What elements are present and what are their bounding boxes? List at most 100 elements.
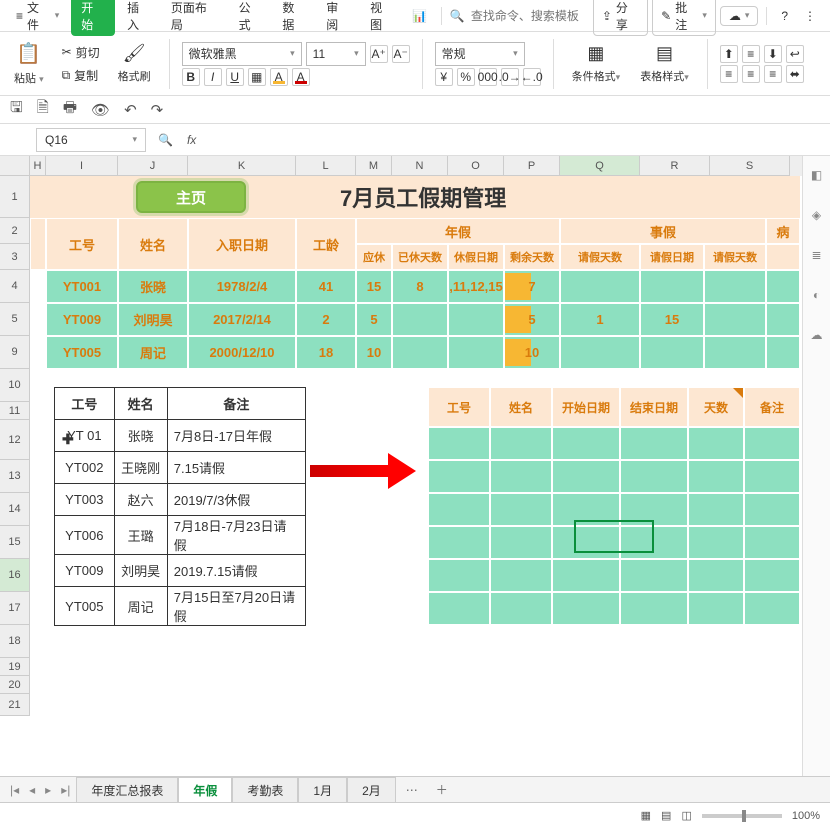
row-header[interactable]: 13 (0, 460, 30, 493)
table-style-button[interactable]: ▤ 表格样式▾ (634, 41, 695, 86)
paste-button[interactable]: 📋 粘贴 ▾ (8, 39, 50, 88)
col-header[interactable]: L (296, 156, 356, 176)
tab-add-icon[interactable]: ＋ (428, 777, 456, 802)
tab-formula[interactable]: 公式 (231, 0, 271, 36)
tab-first-icon[interactable]: |◂ (6, 783, 23, 797)
name-box[interactable]: Q16▾ (36, 128, 146, 152)
comma-icon[interactable]: 000 (479, 68, 497, 86)
row-header[interactable]: 3 (0, 244, 30, 270)
sheet-tab[interactable]: 1月 (298, 777, 347, 803)
align-bot-icon[interactable]: ⬇ (764, 45, 782, 63)
col-header[interactable]: H (30, 156, 46, 176)
row-header[interactable]: 5 (0, 303, 30, 336)
tab-view[interactable]: 视图 (362, 0, 402, 36)
cut-button[interactable]: ✂剪切 (58, 42, 104, 63)
print-icon[interactable]: 🖶 (63, 97, 77, 122)
row-header[interactable]: 2 (0, 218, 30, 244)
more-icon[interactable]: ⋮ (798, 7, 822, 25)
command-search[interactable] (469, 8, 589, 24)
chart-icon[interactable]: 📊 (406, 7, 433, 25)
col-header[interactable]: J (118, 156, 188, 176)
wrap-icon[interactable]: ↩ (786, 45, 804, 63)
row-header[interactable]: 16 (0, 559, 30, 592)
bold-button[interactable]: B (182, 68, 200, 86)
align-right-icon[interactable]: ≡ (764, 65, 782, 83)
lookup-icon[interactable]: 🔍 (152, 133, 179, 147)
spreadsheet-grid[interactable]: HIJKLMNOPQRS 123459101112131415161718192… (0, 156, 830, 752)
row-header[interactable]: 14 (0, 493, 30, 526)
align-top-icon[interactable]: ⬆ (720, 45, 738, 63)
col-header[interactable]: R (640, 156, 710, 176)
row-header[interactable]: 9 (0, 336, 30, 369)
row-header[interactable]: 12 (0, 420, 30, 460)
tab-insert[interactable]: 插入 (119, 0, 159, 36)
font-size-dropdown[interactable]: 11▾ (306, 42, 366, 66)
percent-icon[interactable]: % (457, 68, 475, 86)
sheet-tab[interactable]: 考勤表 (232, 777, 298, 803)
home-button[interactable]: 主页 (136, 181, 246, 213)
formula-input[interactable] (204, 128, 830, 152)
conditional-format-button[interactable]: ▦ 条件格式▾ (566, 41, 627, 86)
merge-icon[interactable]: ⬌ (786, 65, 804, 83)
tab-next-icon[interactable]: ▸ (41, 783, 55, 797)
undo-icon[interactable]: ↶ (124, 101, 137, 119)
view-page-icon[interactable]: ▤ (661, 809, 671, 822)
row-header[interactable]: 20 (0, 676, 30, 694)
row-header[interactable]: 11 (0, 402, 30, 420)
currency-icon[interactable]: ¥ (435, 68, 453, 86)
zoom-slider[interactable] (702, 814, 782, 818)
underline-button[interactable]: U (226, 68, 244, 86)
tab-more-icon[interactable]: ⋯ (398, 779, 426, 801)
inc-decimal-icon[interactable]: .0→ (501, 68, 519, 86)
tab-layout[interactable]: 页面布局 (163, 0, 227, 36)
align-center-icon[interactable]: ≡ (742, 65, 760, 83)
row-header[interactable]: 1 (0, 176, 30, 218)
col-header[interactable]: N (392, 156, 448, 176)
row-header[interactable]: 10 (0, 369, 30, 402)
col-header[interactable]: O (448, 156, 504, 176)
tab-home[interactable]: 开始 (71, 0, 115, 36)
col-header[interactable]: S (710, 156, 790, 176)
view-break-icon[interactable]: ◫ (681, 809, 691, 822)
fx-icon[interactable]: fx (179, 133, 204, 147)
view-normal-icon[interactable]: ▦ (641, 809, 651, 822)
row-header[interactable]: 4 (0, 270, 30, 303)
font-color-button[interactable]: A (292, 68, 310, 86)
col-header[interactable]: P (504, 156, 560, 176)
italic-button[interactable]: I (204, 68, 222, 86)
cloud-button[interactable]: ☁▾ (720, 6, 759, 26)
panel-analysis-icon[interactable]: ◐ (808, 286, 826, 304)
sheet-tab[interactable]: 2月 (347, 777, 396, 803)
preview-icon[interactable]: 👁 (91, 101, 110, 119)
decrease-font-icon[interactable]: A⁻ (392, 45, 410, 63)
format-painter-button[interactable]: 🖌 格式刷 (112, 41, 157, 86)
number-format-dropdown[interactable]: 常规▾ (435, 42, 525, 66)
row-header[interactable]: 18 (0, 625, 30, 658)
align-left-icon[interactable]: ≡ (720, 65, 738, 83)
dec-decimal-icon[interactable]: ←.0 (523, 68, 541, 86)
select-all-corner[interactable] (0, 156, 30, 176)
comments-button[interactable]: ✎批注▾ (652, 0, 716, 36)
copy-button[interactable]: ⧉复制 (58, 65, 104, 86)
help-icon[interactable]: ? (775, 7, 794, 25)
sheet-tab[interactable]: 年假 (178, 777, 232, 803)
col-header[interactable]: K (188, 156, 296, 176)
panel-style-icon[interactable]: ◈ (808, 206, 826, 224)
row-header[interactable]: 21 (0, 694, 30, 716)
redo-icon[interactable]: ↷ (151, 101, 164, 119)
file-menu[interactable]: ≡ 文件 ▾ (8, 0, 67, 36)
tab-prev-icon[interactable]: ◂ (25, 783, 39, 797)
share-button[interactable]: ⇪分享 (593, 0, 648, 36)
fill-color-button[interactable]: A (270, 68, 288, 86)
border-button[interactable]: ▦ (248, 68, 266, 86)
row-header[interactable]: 15 (0, 526, 30, 559)
row-header[interactable]: 17 (0, 592, 30, 625)
increase-font-icon[interactable]: A⁺ (370, 45, 388, 63)
tab-review[interactable]: 审阅 (318, 0, 358, 36)
save-icon[interactable]: 🖫 (10, 97, 23, 122)
font-name-dropdown[interactable]: 微软雅黑▾ (182, 42, 302, 66)
panel-select-icon[interactable]: ◧ (808, 166, 826, 184)
tab-data[interactable]: 数据 (274, 0, 314, 36)
sheet-tab[interactable]: 年度汇总报表 (76, 777, 178, 803)
save-as-icon[interactable]: 🗎 (37, 97, 49, 122)
